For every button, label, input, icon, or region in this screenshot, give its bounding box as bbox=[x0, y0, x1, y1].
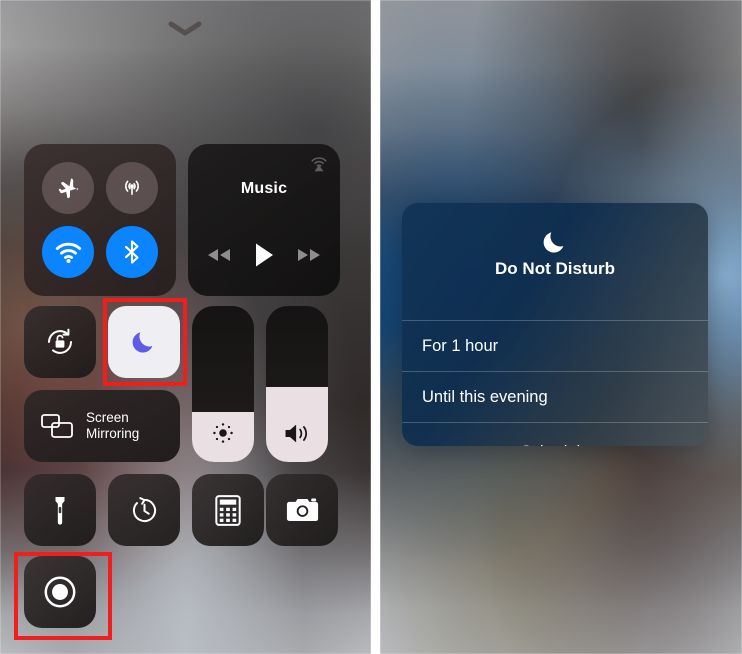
screenshot-root: Music Screen Mirroring Do Not Disturb Fo… bbox=[0, 0, 742, 654]
control-center-panel: Music Screen Mirroring bbox=[0, 0, 371, 654]
panel-divider bbox=[371, 0, 380, 654]
screen-record-icon bbox=[44, 576, 76, 608]
brightness-slider[interactable] bbox=[192, 306, 254, 462]
connectivity-module bbox=[24, 144, 176, 296]
volume-slider[interactable] bbox=[266, 306, 328, 462]
do-not-disturb-toggle[interactable] bbox=[108, 306, 180, 378]
do-not-disturb-dialog: Do Not Disturb For 1 hour Until this eve… bbox=[402, 203, 708, 446]
wifi-toggle[interactable] bbox=[42, 226, 94, 278]
dnd-option-until-this-evening[interactable]: Until this evening bbox=[402, 371, 708, 422]
rotation-lock-icon bbox=[48, 328, 72, 354]
airplay-icon[interactable] bbox=[308, 152, 330, 174]
volume-slider-icon-area bbox=[266, 404, 328, 462]
brightness-icon bbox=[213, 423, 233, 443]
do-not-disturb-options-panel: Do Not Disturb For 1 hour Until this eve… bbox=[380, 0, 742, 654]
moon-icon bbox=[132, 332, 153, 353]
play-icon bbox=[256, 243, 273, 267]
cellular-data-toggle[interactable] bbox=[106, 162, 158, 214]
calculator-button[interactable] bbox=[192, 474, 264, 546]
flashlight-button[interactable] bbox=[24, 474, 96, 546]
airplane-mode-toggle[interactable] bbox=[42, 162, 94, 214]
chevron-down-icon[interactable] bbox=[164, 20, 206, 38]
music-play-button[interactable] bbox=[247, 240, 281, 270]
camera-button[interactable] bbox=[266, 474, 338, 546]
music-previous-button[interactable] bbox=[202, 240, 236, 270]
rewind-icon bbox=[208, 249, 230, 261]
screen-mirroring-label-line2: Mirroring bbox=[86, 426, 140, 441]
calculator-icon bbox=[215, 494, 241, 526]
music-title: Music bbox=[240, 180, 288, 197]
music-next-button[interactable] bbox=[292, 240, 326, 270]
music-module: Music bbox=[188, 144, 340, 296]
timer-icon bbox=[132, 496, 156, 522]
screen-record-button[interactable] bbox=[24, 556, 96, 628]
bluetooth-toggle[interactable] bbox=[106, 226, 158, 278]
screen-mirroring-label: Screen Mirroring bbox=[86, 410, 139, 442]
rotation-lock-toggle[interactable] bbox=[24, 306, 96, 378]
timer-button[interactable] bbox=[108, 474, 180, 546]
flashlight-icon bbox=[55, 496, 65, 525]
brightness-slider-icon-area bbox=[192, 404, 254, 462]
camera-icon bbox=[286, 498, 318, 522]
airplane-icon bbox=[58, 178, 78, 198]
wifi-icon bbox=[55, 242, 81, 263]
cellular-data-icon bbox=[125, 180, 139, 195]
screen-mirroring-label-line1: Screen bbox=[86, 410, 129, 425]
dnd-option-label: Schedule bbox=[521, 443, 590, 447]
dialog-title: Do Not Disturb bbox=[495, 259, 615, 278]
dnd-option-schedule[interactable]: Schedule bbox=[402, 422, 708, 446]
bluetooth-icon bbox=[124, 240, 139, 264]
dnd-option-for-1-hour[interactable]: For 1 hour bbox=[402, 320, 708, 371]
fast-forward-icon bbox=[298, 249, 320, 261]
screen-mirroring-button[interactable]: Screen Mirroring bbox=[24, 390, 180, 462]
dialog-header: Do Not Disturb bbox=[402, 203, 708, 320]
dnd-option-label: For 1 hour bbox=[422, 336, 499, 355]
dnd-option-label: Until this evening bbox=[422, 387, 548, 406]
screen-mirroring-icon bbox=[41, 414, 73, 438]
volume-icon bbox=[285, 424, 308, 442]
moon-icon bbox=[402, 227, 708, 257]
